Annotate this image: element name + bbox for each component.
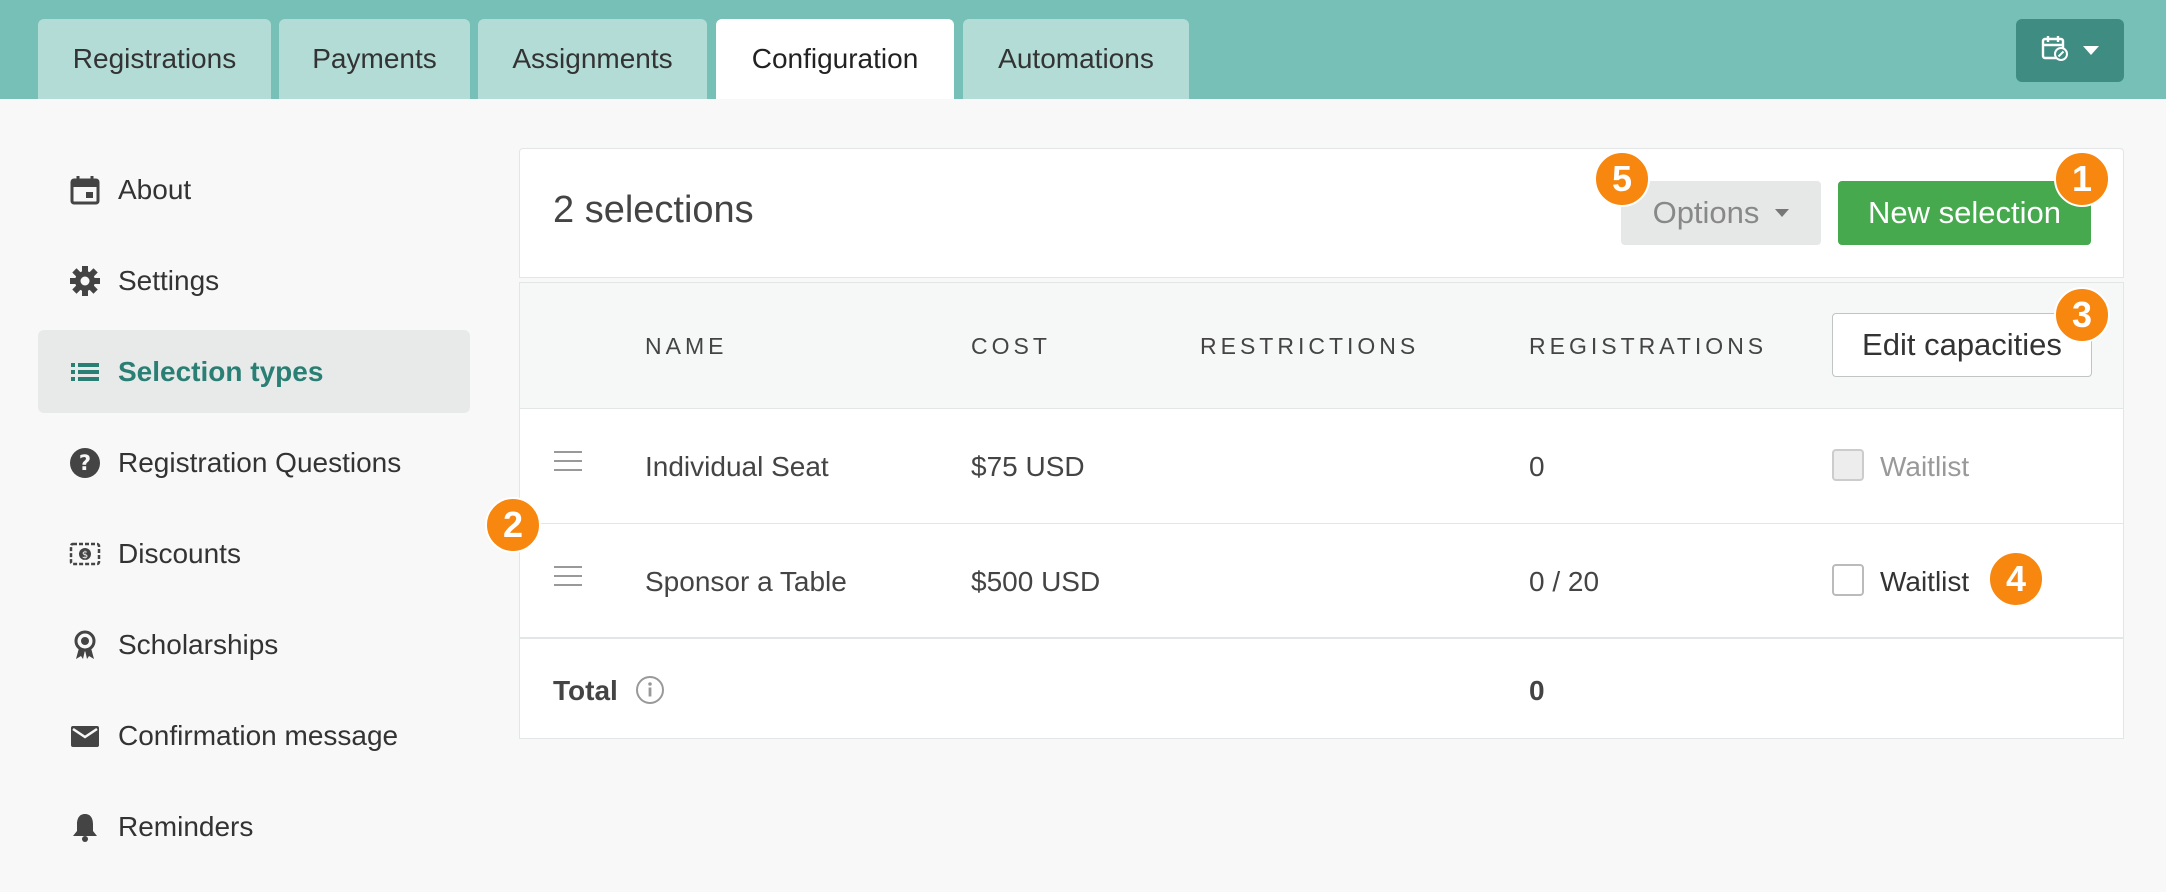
question-icon: ?	[68, 446, 102, 480]
options-dropdown-button[interactable]: Options	[1621, 181, 1821, 245]
callout-badge: 1	[2054, 151, 2110, 207]
chevron-down-icon	[1775, 209, 1790, 217]
award-icon	[68, 628, 102, 662]
callout-badge: 2	[485, 497, 541, 553]
total-label: Total	[553, 675, 618, 706]
total-value: 0	[1529, 675, 1545, 706]
list-icon	[68, 355, 102, 389]
tab-payments[interactable]: Payments	[279, 19, 470, 99]
waitlist-checkbox[interactable]	[1832, 564, 1864, 596]
calendar-link-icon	[2041, 34, 2069, 67]
sidebar-item-discounts[interactable]: $ Discounts	[38, 512, 470, 595]
new-selection-button[interactable]: New selection	[1838, 181, 2091, 245]
sidebar-item-label: Registration Questions	[118, 446, 402, 478]
column-header-registrations: REGISTRATIONS	[1529, 333, 1768, 359]
bell-icon	[68, 810, 102, 844]
top-nav-bar: Registrations Payments Assignments Confi…	[0, 0, 2166, 99]
sidebar-item-label: Selection types	[118, 355, 324, 387]
tab-configuration[interactable]: Configuration	[716, 19, 954, 99]
sidebar-item-label: About	[118, 173, 192, 205]
sidebar-item-scholarships[interactable]: Scholarships	[38, 603, 470, 686]
table-header: NAME COST RESTRICTIONS REGISTRATIONS Edi…	[520, 283, 2123, 409]
info-icon[interactable]	[635, 675, 665, 710]
row-name: Individual Seat	[645, 451, 829, 482]
callout-badge: 4	[1988, 551, 2044, 607]
drag-handle-icon[interactable]	[554, 566, 582, 586]
edit-capacities-button[interactable]: Edit capacities	[1832, 313, 2092, 377]
column-header-restrictions: RESTRICTIONS	[1200, 333, 1420, 359]
gear-icon	[68, 264, 102, 298]
sidebar-item-settings[interactable]: Settings	[38, 239, 470, 322]
table-row: Individual Seat $75 USD 0 Waitlist	[520, 409, 2123, 524]
column-header-cost: COST	[971, 333, 1051, 359]
row-cost: $75 USD	[971, 451, 1085, 482]
selections-table: NAME COST RESTRICTIONS REGISTRATIONS Edi…	[519, 282, 2124, 739]
sidebar-item-label: Scholarships	[118, 628, 279, 660]
row-registrations: 0 / 20	[1529, 566, 1600, 597]
row-registrations: 0	[1529, 451, 1545, 482]
sidebar-item-label: Confirmation message	[118, 719, 399, 751]
callout-badge: 5	[1594, 151, 1650, 207]
waitlist-label: Waitlist	[1880, 566, 1970, 597]
sidebar-item-confirmation-message[interactable]: Confirmation message	[38, 694, 470, 777]
svg-text:$: $	[82, 550, 88, 561]
row-name: Sponsor a Table	[645, 566, 847, 597]
callout-badge: 3	[2054, 287, 2110, 343]
sidebar-item-about[interactable]: About	[38, 148, 470, 231]
waitlist-checkbox[interactable]	[1832, 449, 1864, 481]
discount-icon: $	[68, 537, 102, 571]
chevron-down-icon	[2083, 46, 2099, 55]
calendar-icon	[68, 173, 102, 207]
sidebar-item-registration-questions[interactable]: ? Registration Questions	[38, 421, 470, 504]
table-total-row: Total 0	[520, 641, 2123, 739]
table-row: Sponsor a Table $500 USD 0 / 20 Waitlist	[520, 524, 2123, 639]
row-cost: $500 USD	[971, 566, 1101, 597]
sidebar-item-reminders[interactable]: Reminders	[38, 785, 470, 868]
tab-assignments[interactable]: Assignments	[478, 19, 707, 99]
drag-handle-icon[interactable]	[554, 451, 582, 471]
page-title: 2 selections	[553, 189, 754, 231]
tab-automations[interactable]: Automations	[963, 19, 1189, 99]
sidebar-item-label: Settings	[118, 264, 220, 296]
envelope-icon	[68, 719, 102, 753]
tab-registrations[interactable]: Registrations	[38, 19, 271, 99]
svg-text:?: ?	[79, 451, 91, 475]
column-header-name: NAME	[645, 333, 728, 359]
options-label: Options	[1652, 195, 1760, 230]
waitlist-label: Waitlist	[1880, 451, 1970, 482]
sidebar-item-label: Reminders	[118, 810, 254, 842]
calendar-link-dropdown-button[interactable]	[2016, 19, 2124, 82]
sidebar-item-label: Discounts	[118, 537, 241, 569]
sidebar-item-selection-types[interactable]: Selection types	[38, 330, 470, 413]
